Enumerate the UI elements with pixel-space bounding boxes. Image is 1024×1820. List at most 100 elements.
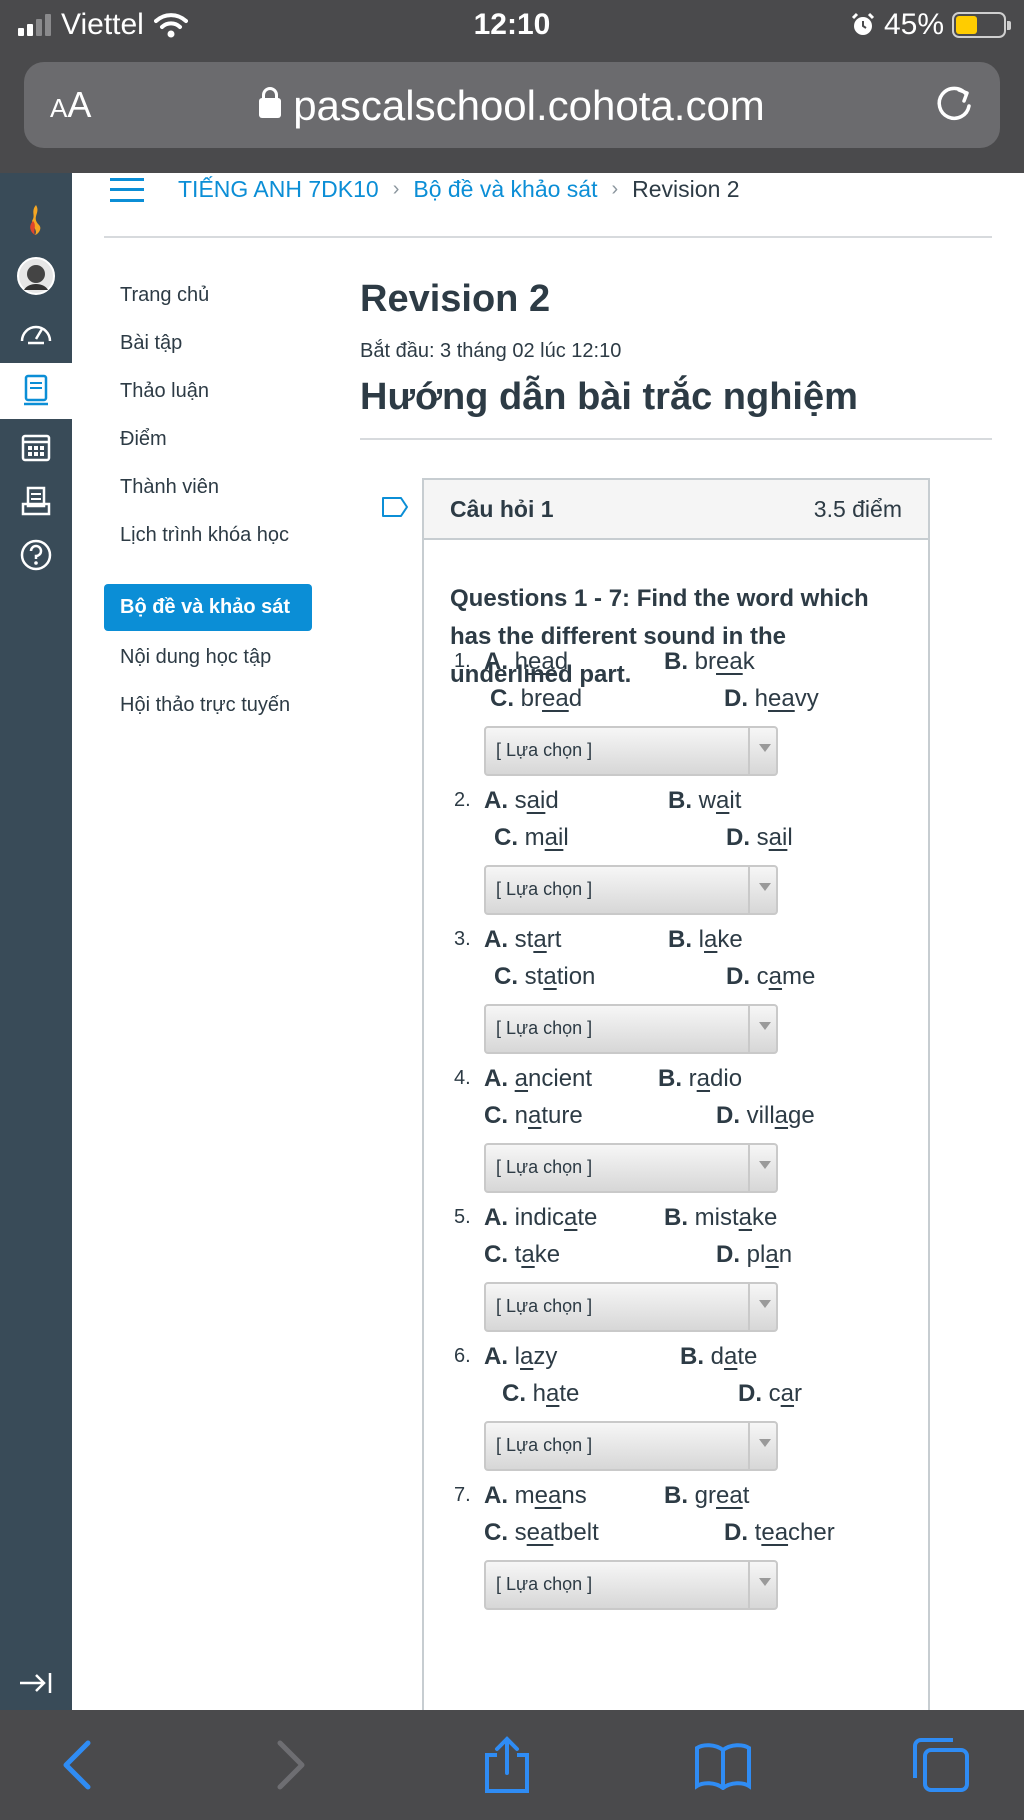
option-word: hate: [532, 1380, 580, 1407]
item-number: 5.: [454, 1206, 471, 1228]
item-number: 2.: [454, 789, 471, 811]
lock-icon: [259, 87, 282, 118]
option-word: radio: [688, 1065, 743, 1092]
option-a: A. start: [484, 926, 562, 953]
chevron-down-icon: [748, 1423, 776, 1469]
answer-select[interactable]: [ Lựa chọn ]: [484, 1421, 778, 1471]
answer-select[interactable]: [ Lựa chọn ]: [484, 1004, 778, 1054]
browser-chrome: Viettel 12:10 45% AA pascalschool.cohota…: [0, 0, 1024, 173]
course-nav-people[interactable]: Thành viên: [120, 474, 310, 501]
item-number: 1.: [454, 650, 471, 672]
reload-icon[interactable]: [930, 80, 978, 128]
select-placeholder: [ Lựa chọn ]: [496, 740, 593, 760]
breadcrumb-section-link[interactable]: Bộ đề và khảo sát: [413, 176, 597, 203]
course-nav-quizzes[interactable]: Bộ đề và khảo sát: [104, 584, 312, 631]
page-title: Revision 2: [360, 278, 551, 320]
collapse-nav-icon[interactable]: [0, 1663, 72, 1703]
option-a: A. means: [484, 1482, 587, 1509]
help-icon[interactable]: [0, 531, 72, 579]
option-c: C. hate: [502, 1380, 580, 1407]
answer-select[interactable]: [ Lựa chọn ]: [484, 1282, 778, 1332]
option-word: indicate: [514, 1204, 598, 1231]
option-word: head: [514, 648, 569, 675]
answer-select[interactable]: [ Lựa chọn ]: [484, 865, 778, 915]
option-d: D. teacher: [724, 1519, 835, 1546]
option-d: D. village: [716, 1102, 815, 1129]
chevron-down-icon: [748, 1006, 776, 1052]
option-d: D. car: [738, 1380, 803, 1407]
quiz-start-info: Bắt đầu: 3 tháng 02 lúc 12:10: [360, 340, 622, 362]
url-display[interactable]: pascalschool.cohota.com: [24, 82, 1000, 130]
option-word: mistake: [694, 1204, 778, 1231]
course-nav-discussions[interactable]: Thảo luận: [120, 378, 310, 405]
option-word: seatbelt: [514, 1519, 599, 1546]
answer-select[interactable]: [ Lựa chọn ]: [484, 726, 778, 776]
option-b: B. mistake: [664, 1204, 778, 1231]
option-word: sail: [756, 824, 793, 851]
logo-icon[interactable]: [0, 195, 72, 245]
option-a: A. lazy: [484, 1343, 558, 1370]
option-c: C. mail: [494, 824, 569, 851]
status-right: 45%: [850, 8, 1011, 42]
option-d: D. came: [726, 963, 816, 990]
global-nav: [0, 173, 72, 1710]
option-d: D. sail: [726, 824, 793, 851]
option-b: B. lake: [668, 926, 743, 953]
option-word: mail: [524, 824, 569, 851]
tabs-icon[interactable]: [906, 1730, 976, 1800]
option-word: nature: [514, 1102, 583, 1129]
course-nav-assignments[interactable]: Bài tập: [120, 330, 310, 357]
option-a: A. ancient: [484, 1065, 593, 1092]
dashboard-icon[interactable]: [0, 309, 72, 355]
course-nav-grades[interactable]: Điểm: [120, 426, 310, 453]
courses-icon[interactable]: [0, 363, 72, 419]
alarm-icon: [851, 12, 875, 35]
option-word: date: [710, 1343, 758, 1370]
option-d: D. heavy: [724, 685, 819, 712]
option-c: C. nature: [484, 1102, 583, 1129]
address-bar[interactable]: AA pascalschool.cohota.com: [24, 62, 1000, 148]
chevron-down-icon: [748, 728, 776, 774]
heading-divider: [360, 438, 992, 440]
option-word: village: [746, 1102, 815, 1129]
option-word: heavy: [754, 685, 819, 712]
forward-icon[interactable]: [256, 1730, 326, 1800]
account-avatar[interactable]: [0, 253, 72, 299]
option-b: B. wait: [668, 787, 742, 814]
answer-select[interactable]: [ Lựa chọn ]: [484, 1560, 778, 1610]
course-nav-syllabus[interactable]: Lịch trình khóa học: [120, 522, 310, 549]
option-word: wait: [698, 787, 742, 814]
battery-icon: [952, 12, 1011, 38]
option-word: great: [694, 1482, 750, 1509]
option-word: teacher: [754, 1519, 835, 1546]
chevron-down-icon: [748, 1562, 776, 1608]
back-icon[interactable]: [42, 1730, 112, 1800]
calendar-icon[interactable]: [0, 423, 72, 471]
select-placeholder: [ Lựa chọn ]: [496, 1435, 593, 1455]
flag-icon[interactable]: [381, 496, 409, 518]
select-placeholder: [ Lựa chọn ]: [496, 1296, 593, 1316]
share-icon[interactable]: [472, 1730, 542, 1800]
header-divider: [104, 236, 992, 238]
option-word: station: [524, 963, 596, 990]
option-word: means: [514, 1482, 587, 1509]
course-nav-conferences[interactable]: Hội thảo trực tuyến: [120, 692, 310, 719]
option-word: bread: [520, 685, 583, 712]
option-word: car: [768, 1380, 803, 1407]
option-word: plan: [746, 1241, 793, 1268]
inbox-icon[interactable]: [0, 477, 72, 525]
chevron-down-icon: [748, 1145, 776, 1191]
item-number: 6.: [454, 1345, 471, 1367]
option-word: said: [514, 787, 559, 814]
breadcrumb-course-link[interactable]: TIẾNG ANH 7DK10: [178, 176, 379, 203]
breadcrumb-current: Revision 2: [632, 176, 740, 202]
bookmarks-icon[interactable]: [688, 1730, 758, 1800]
select-placeholder: [ Lựa chọn ]: [496, 879, 593, 899]
hamburger-icon[interactable]: [110, 177, 144, 202]
course-nav-home[interactable]: Trang chủ: [120, 282, 310, 309]
chevron-down-icon: [748, 867, 776, 913]
option-c: C. seatbelt: [484, 1519, 599, 1546]
course-nav-modules[interactable]: Nội dung học tập: [120, 644, 310, 671]
answer-select[interactable]: [ Lựa chọn ]: [484, 1143, 778, 1193]
option-word: take: [514, 1241, 561, 1268]
